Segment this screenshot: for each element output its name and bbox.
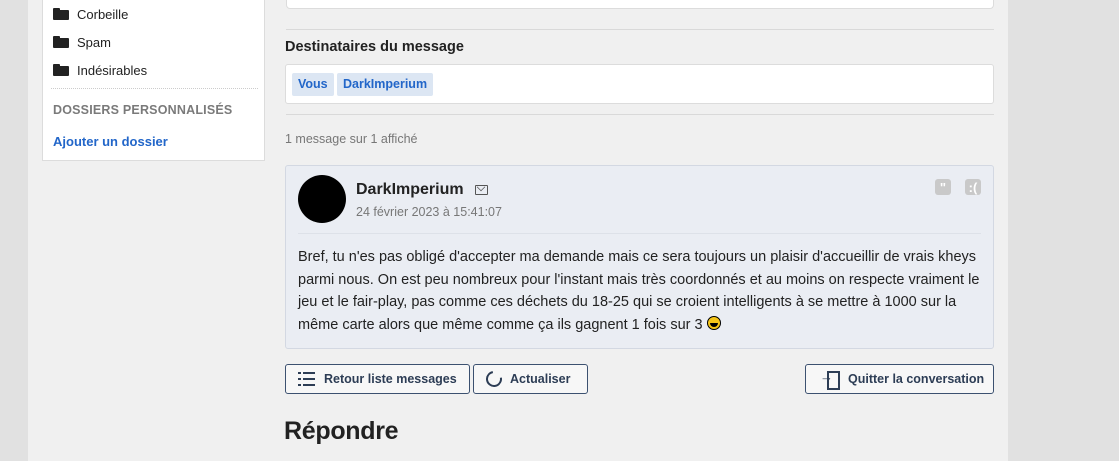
folder-indesirables[interactable]: Indésirables — [53, 60, 147, 80]
folder-label: Spam — [77, 34, 111, 50]
add-folder-link[interactable]: Ajouter un dossier — [53, 134, 168, 149]
message-text: Bref, tu n'es pas obligé d'accepter ma d… — [298, 249, 980, 333]
back-to-list-button[interactable]: Retour liste messages — [285, 364, 470, 394]
folder-label: Corbeille — [77, 6, 129, 22]
divider — [286, 114, 994, 115]
sidebar: Corbeille Spam Indésirables DOSSIERS PER… — [42, 0, 265, 161]
recipient-tag[interactable]: Vous — [292, 73, 334, 96]
folder-icon — [53, 8, 69, 20]
message-divider — [298, 233, 981, 234]
sidebar-divider — [51, 88, 258, 89]
folder-icon — [53, 36, 69, 48]
custom-folders-heading: DOSSIERS PERSONNALISÉS — [53, 103, 233, 117]
exit-icon — [820, 369, 840, 390]
recipients-title: Destinataires du message — [285, 39, 464, 55]
page-container: Corbeille Spam Indésirables DOSSIERS PER… — [28, 0, 1008, 461]
laughing-emoji-icon — [706, 315, 721, 330]
previous-panel — [286, 0, 994, 9]
message-author[interactable]: DarkImperium — [356, 181, 464, 199]
reply-heading: Répondre — [284, 417, 399, 445]
leave-conversation-button[interactable]: Quitter la conversation — [805, 364, 994, 394]
quote-icon[interactable]: " — [935, 179, 951, 195]
folder-icon — [53, 64, 69, 76]
refresh-label: Actualiser — [510, 372, 571, 386]
divider — [286, 29, 994, 30]
report-icon[interactable]: :( — [965, 179, 981, 195]
message-count: 1 message sur 1 affiché — [285, 132, 418, 146]
message-date: 24 février 2023 à 15:41:07 — [356, 205, 502, 219]
avatar[interactable] — [298, 175, 346, 223]
list-icon — [298, 371, 316, 387]
folder-label: Indésirables — [77, 62, 148, 78]
folder-spam[interactable]: Spam — [53, 32, 111, 52]
folder-corbeille[interactable]: Corbeille — [53, 4, 128, 24]
recipient-tag[interactable]: DarkImperium — [337, 73, 434, 96]
message-body: Bref, tu n'es pas obligé d'accepter ma d… — [298, 246, 988, 336]
recipients-box: Vous DarkImperium — [285, 64, 994, 104]
message-card: DarkImperium 24 février 2023 à 15:41:07 … — [285, 165, 994, 349]
refresh-icon — [482, 367, 506, 391]
leave-label: Quitter la conversation — [848, 372, 985, 386]
back-label: Retour liste messages — [324, 372, 457, 386]
mail-icon[interactable] — [475, 185, 488, 195]
refresh-button[interactable]: Actualiser — [473, 364, 588, 394]
